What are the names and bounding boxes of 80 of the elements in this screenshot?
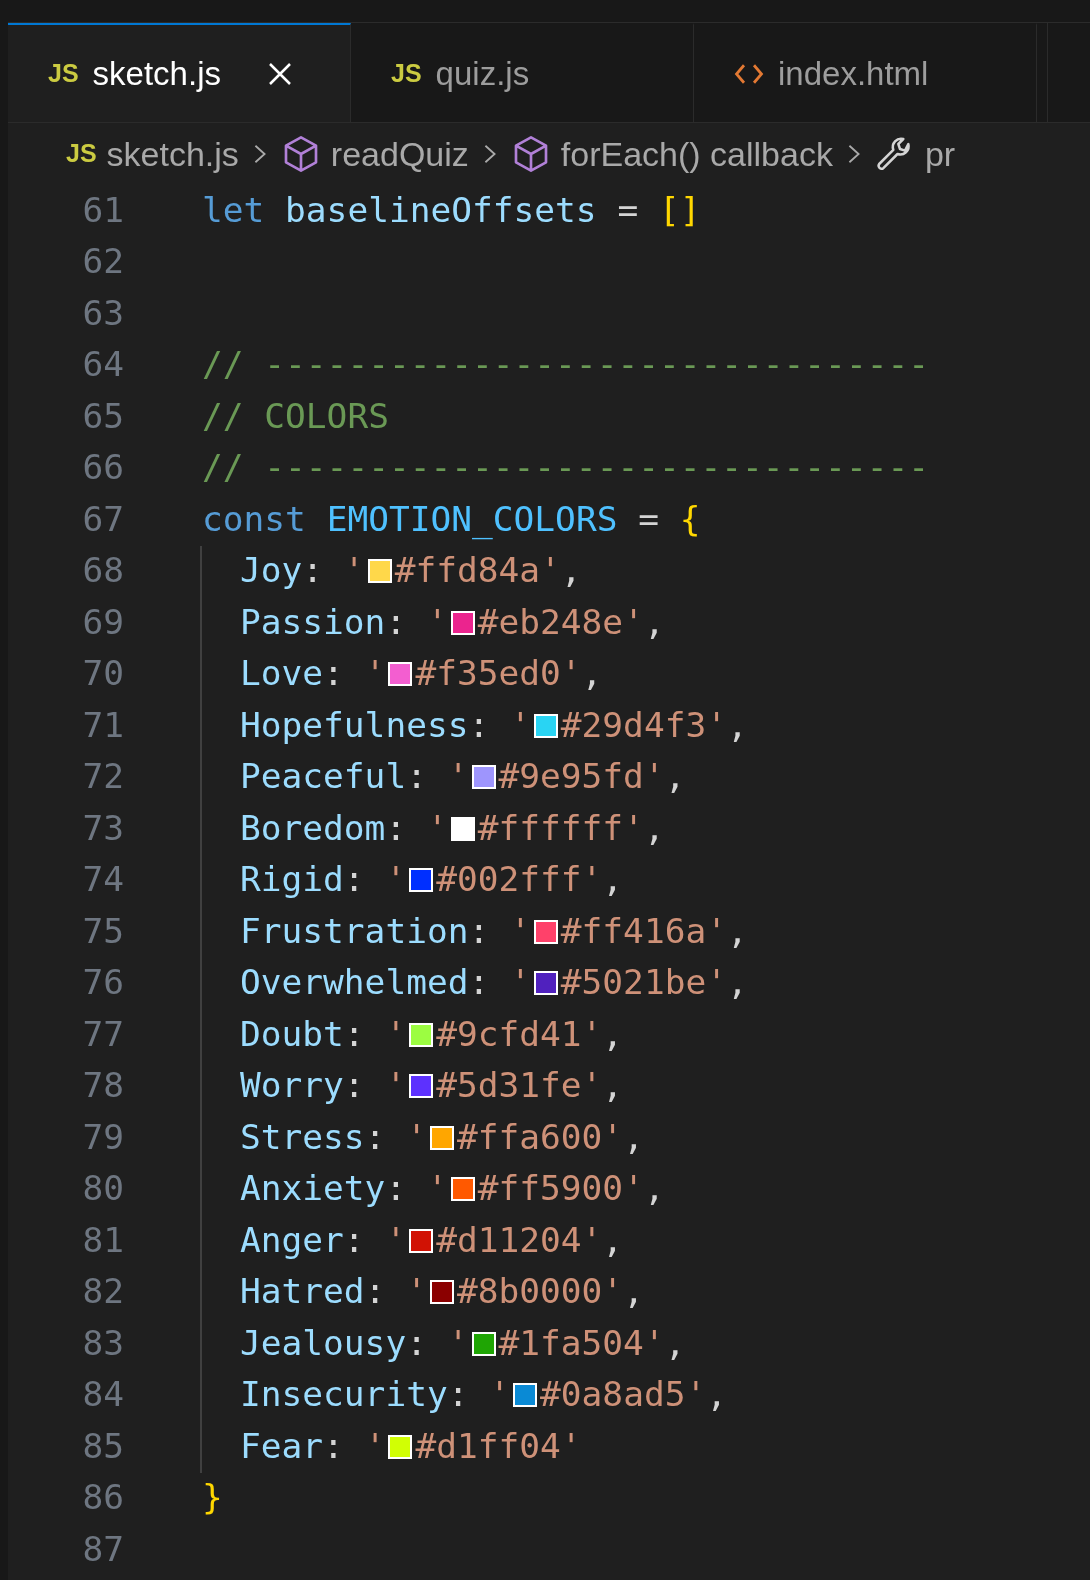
code-text: #d11204', [436,1218,624,1262]
code-text: // -------------------------------- [202,343,929,387]
js-file-icon: JS [66,135,97,173]
code-text: #ff416a', [560,909,748,953]
code-text: Boredom: ' [240,806,448,850]
line-number: 75 [81,909,124,953]
code-text: // COLORS [202,394,389,438]
line-number: 64 [81,343,124,387]
line-number: 77 [81,1012,124,1056]
code-text: Joy: ' [240,549,365,593]
line-number: 80 [81,1167,124,1211]
code-text: #8b0000', [456,1270,644,1314]
code-text: Insecurity: ' [240,1373,511,1417]
line-number: 69 [81,600,124,644]
code-text: #ffd84a', [394,549,582,593]
line-number: 87 [81,1527,124,1571]
line-number: 68 [81,549,124,593]
line-number: 73 [81,806,124,850]
code-text: #5d31fe', [436,1064,624,1108]
line-number: 70 [81,652,124,696]
code-text: Anxiety: ' [240,1167,448,1211]
code-text: #eb248e', [477,600,665,644]
code-text: Hatred: ' [240,1270,427,1314]
line-number: 81 [81,1218,124,1262]
code-text: // -------------------------------- [202,446,929,490]
code-text: #9e95fd', [498,755,686,799]
code-text: Rigid: ' [240,858,407,902]
code-text: #f35ed0', [415,652,603,696]
line-number: 67 [81,497,124,541]
code-text: #d1ff04' [415,1424,582,1468]
line-number: 61 [81,188,124,232]
code-text: Overwhelmed: ' [240,961,531,1005]
code-text: #9cfd41', [436,1012,624,1056]
line-number: 62 [81,240,124,284]
code-text: #29d4f3', [560,703,748,747]
code-text: Peaceful: ' [240,755,469,799]
js-file-icon: JS [48,54,79,93]
code-text: Hopefulness: ' [240,703,531,747]
breadcrumb-item[interactable]: forEach() callback [560,128,833,180]
code-text: #ffa600', [456,1115,644,1159]
breadcrumb-item[interactable]: sketch.js [106,128,239,180]
code-text: Jealousy: ' [240,1321,469,1365]
code-text: Anger: ' [240,1218,407,1262]
editor-tab[interactable]: JS sketch.js [8,23,351,122]
line-number: 79 [81,1115,124,1159]
code-text: Love: ' [240,652,386,696]
code-text: #0a8ad5', [540,1373,727,1417]
tab-label: index.html [778,53,929,94]
code-text: #ffffff', [477,806,665,850]
line-number: 63 [81,291,124,335]
code-text: #5021be', [560,961,748,1005]
code-text: let baselineOffsets = [] [202,188,701,232]
line-number: 85 [81,1424,124,1468]
line-number: 71 [81,703,124,747]
line-number: 72 [81,755,124,799]
code-text: Worry: ' [240,1064,407,1108]
code-text: Frustration: ' [240,909,531,953]
code-text: Passion: ' [240,600,448,644]
tab-label: sketch.js [92,53,221,94]
line-number: 84 [81,1373,124,1417]
line-number: 86 [81,1476,124,1520]
code-text: Fear: ' [240,1424,386,1468]
breadcrumb-item[interactable]: pr [924,128,956,180]
line-number: 74 [81,858,124,902]
tab-label: quiz.js [435,53,530,94]
code-text: } [202,1476,223,1520]
js-file-icon: JS [391,54,422,93]
line-number: 83 [81,1321,124,1365]
code-text: #1fa504', [498,1321,686,1365]
line-number: 66 [81,446,124,490]
code-text: #002fff', [436,858,624,902]
code-text: Doubt: ' [240,1012,407,1056]
line-number: 65 [81,394,124,438]
code-text: const EMOTION_COLORS = { [202,497,701,542]
line-number: 82 [81,1270,124,1314]
code-text: Stress: ' [240,1115,427,1159]
breadcrumb-item[interactable]: readQuiz [330,128,469,180]
line-number: 78 [81,1064,124,1108]
line-number: 76 [81,961,124,1005]
code-text: #ff5900', [477,1167,665,1211]
